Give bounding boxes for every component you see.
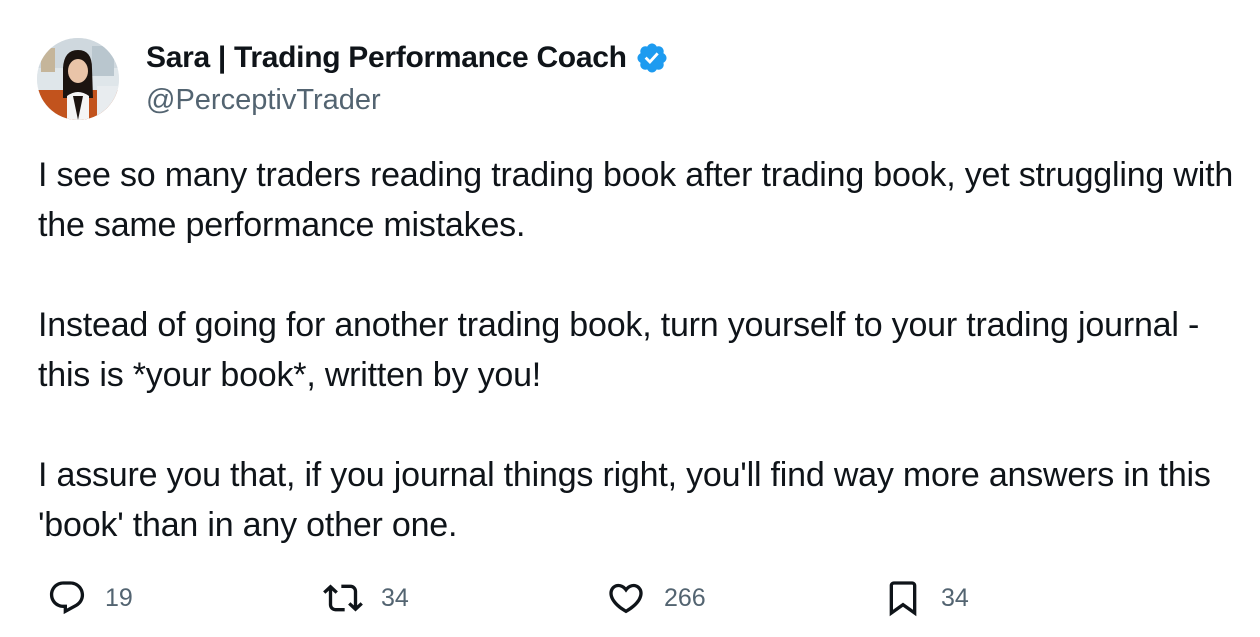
verified-badge-icon[interactable] [635, 41, 669, 75]
tweet-paragraph-3: I assure you that, if you journal things… [38, 456, 1211, 544]
tweet-text: I see so many traders reading trading bo… [38, 150, 1238, 550]
tweet-paragraph-2: Instead of going for another trading boo… [38, 306, 1200, 394]
tweet-card: Sara | Trading Performance Coach @Percep… [0, 0, 1260, 637]
tweet-paragraph-1: I see so many traders reading trading bo… [38, 156, 1234, 244]
reply-icon [47, 578, 87, 618]
like-button[interactable]: 266 [606, 573, 706, 623]
retweet-count: 34 [381, 583, 409, 612]
profile-photo-icon [37, 38, 119, 120]
handle[interactable]: @PerceptivTrader [146, 84, 669, 117]
retweet-button[interactable]: 34 [323, 573, 409, 623]
name-row: Sara | Trading Performance Coach [146, 40, 669, 76]
bookmark-button[interactable]: 34 [883, 573, 969, 623]
bookmark-count: 34 [941, 583, 969, 612]
action-bar: 19 34 266 34 [0, 573, 1260, 623]
heart-icon [606, 578, 646, 618]
avatar[interactable] [37, 38, 119, 120]
reply-count: 19 [105, 583, 133, 612]
retweet-icon [323, 578, 363, 618]
reply-button[interactable]: 19 [47, 573, 133, 623]
display-name[interactable]: Sara | Trading Performance Coach [146, 41, 627, 75]
bookmark-icon [883, 578, 923, 618]
author-block: Sara | Trading Performance Coach @Percep… [146, 40, 669, 117]
like-count: 266 [664, 583, 706, 612]
